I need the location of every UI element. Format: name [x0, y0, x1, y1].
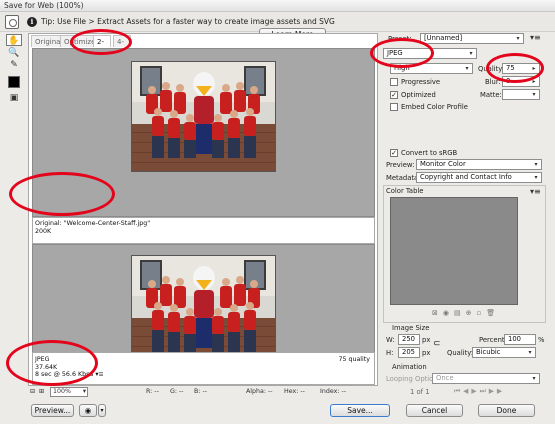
embed-color-profile-label: Embed Color Profile	[401, 103, 468, 111]
image-size-title: Image Size	[392, 324, 430, 332]
matte-select[interactable]: ▾	[502, 89, 540, 100]
eyedropper-toggle-icon[interactable]	[5, 15, 19, 29]
color-table-menu-icon[interactable]: ▾≡	[530, 187, 541, 196]
quality-label: Quality:	[478, 65, 505, 73]
color-table-swatches[interactable]	[390, 197, 518, 305]
blur-label: Blur:	[485, 78, 501, 86]
optimized-preview-image	[131, 255, 276, 366]
done-button[interactable]: Done	[478, 404, 535, 417]
preview-area: Original Optimized 2-Up 4-Up	[28, 33, 378, 386]
status-strip: ⊟ ⊞ 100% ▾ R: -- G: -- B: -- Alpha: -- He…	[28, 386, 378, 398]
preset-label: Preset:	[388, 35, 412, 43]
optimized-file-size: 37.64K	[35, 363, 58, 371]
save-for-web-dialog: Save for Web (100%) i Tip: Use File > Ex…	[0, 0, 555, 424]
zoom-out-icon[interactable]: ⊟	[30, 388, 35, 395]
percent-unit: %	[538, 336, 545, 344]
original-file-size: 200K	[35, 227, 52, 235]
browser-select-arrow-icon[interactable]: ▾	[98, 404, 106, 417]
optimized-checkbox[interactable]: ✓	[390, 91, 398, 99]
hex-readout: Hex: --	[284, 388, 305, 395]
color-table-label: Color Table	[386, 187, 424, 195]
width-unit: px	[422, 336, 431, 344]
download-time-menu-icon[interactable]: ▾≡	[95, 371, 103, 378]
convert-srgb-checkbox[interactable]: ✓	[390, 149, 398, 157]
height-label: H:	[386, 349, 394, 357]
file-format-select[interactable]: JPEG ▾	[383, 48, 477, 59]
compression-quality-select[interactable]: High ▾	[390, 63, 473, 74]
browser-preview-icon[interactable]: ◉	[79, 404, 97, 417]
percent-label: Percent:	[479, 336, 507, 344]
looping-options-select[interactable]: Once ▾	[432, 373, 540, 384]
progressive-checkbox[interactable]	[390, 78, 398, 86]
original-info-box: Original: "Welcome-Center-Staff.jpg" 200…	[32, 217, 375, 244]
optimized-format: JPEG	[35, 356, 50, 363]
original-file-name: Original: "Welcome-Center-Staff.jpg"	[35, 220, 151, 227]
animation-controls[interactable]: ⏮◀▶⏭▶▶	[454, 387, 505, 396]
blur-input[interactable]: 0 ▸	[502, 76, 540, 87]
settings-panel: Preset: [Unnamed] ▾ ▾≡ JPEG ▾ High ▾ Qualit…	[380, 33, 552, 401]
quality-input[interactable]: 75 ▸	[502, 63, 540, 74]
tip-bar: i Tip: Use File > Extract Assets for a f…	[0, 12, 555, 41]
hand-tool-icon[interactable]: ✋	[6, 34, 22, 46]
preview-button[interactable]: Preview...	[31, 404, 74, 417]
window-title: Save for Web (100%)	[4, 1, 84, 10]
progressive-label: Progressive	[401, 78, 441, 86]
bottom-button-bar: Preview... ◉ ▾ Save... Cancel Done	[0, 399, 555, 424]
red-readout: R: --	[146, 388, 159, 395]
optimized-download-time: 8 sec @ 56.6 Kbps	[35, 371, 94, 378]
link-dimensions-icon[interactable]: ⊂	[433, 339, 441, 349]
optimized-quality-label: 75 quality	[338, 356, 370, 363]
original-preview-pane[interactable]	[32, 48, 375, 217]
preview-select[interactable]: Monitor Color ▾	[416, 159, 542, 170]
optimized-label: Optimized	[401, 91, 436, 99]
resample-quality-select[interactable]: Bicubic ▾	[472, 347, 536, 358]
eyedropper-color-swatch[interactable]	[8, 76, 20, 88]
tip-text: Tip: Use File > Extract Assets for a fas…	[41, 17, 335, 26]
preview-label: Preview:	[386, 161, 415, 169]
tab-4-up[interactable]: 4-Up	[113, 35, 131, 58]
cancel-button[interactable]: Cancel	[406, 404, 463, 417]
matte-label: Matte:	[480, 91, 502, 99]
eyedropper-tool-icon[interactable]: ✎	[6, 59, 22, 71]
original-preview-image	[131, 61, 276, 172]
tool-panel: ✋ 🔍 ✎ ▣	[4, 34, 24, 104]
zoom-in-icon[interactable]: ⊞	[39, 388, 44, 395]
alpha-readout: Alpha: --	[246, 388, 273, 395]
convert-srgb-label: Convert to sRGB	[401, 149, 458, 157]
color-table-tool-icons[interactable]: ⊠◉▤⊕▫🗑	[432, 309, 500, 317]
green-readout: G: --	[170, 388, 184, 395]
zoom-tool-icon[interactable]: 🔍	[6, 47, 22, 59]
optimized-info-box: JPEG 37.64K 8 sec @ 56.6 Kbps ▾≡ 75 qual…	[32, 352, 375, 385]
blue-readout: B: --	[194, 388, 207, 395]
animation-title: Animation	[392, 363, 427, 371]
height-unit: px	[422, 349, 431, 357]
width-label: W:	[386, 336, 395, 344]
embed-color-profile-checkbox[interactable]	[390, 103, 398, 111]
info-icon: i	[27, 17, 37, 27]
resample-quality-label: Quality:	[447, 349, 474, 357]
preset-select[interactable]: [Unnamed] ▾	[420, 33, 524, 44]
title-bar: Save for Web (100%)	[0, 0, 555, 12]
animation-frame-counter: 1 of 1	[410, 388, 430, 396]
tab-2-up[interactable]: 2-Up	[93, 35, 111, 58]
panel-menu-icon[interactable]: ▾≡	[530, 33, 541, 42]
height-input[interactable]: 205	[398, 347, 420, 358]
width-input[interactable]: 250	[398, 334, 420, 345]
metadata-select[interactable]: Copyright and Contact Info ▾	[416, 172, 542, 183]
index-readout: Index: --	[320, 388, 347, 395]
toggle-slices-icon[interactable]: ▣	[6, 92, 22, 104]
percent-input[interactable]: 100	[504, 334, 536, 345]
zoom-level-select[interactable]: 100% ▾	[50, 387, 88, 397]
save-button[interactable]: Save...	[330, 404, 390, 417]
